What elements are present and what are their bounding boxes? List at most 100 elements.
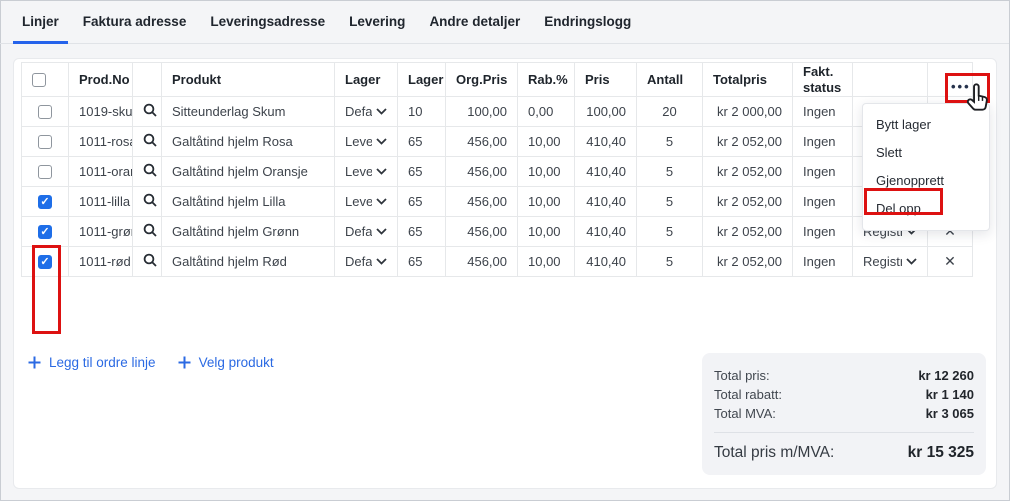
discount-cell: 10,00 (518, 247, 575, 277)
qty-cell: 5 (637, 157, 703, 187)
tab-endringslogg[interactable]: Endringslogg (535, 0, 640, 43)
discount-cell: 10,00 (518, 127, 575, 157)
col-orgpris: Org.Pris (446, 63, 518, 97)
stock-cell: 65 (398, 217, 446, 247)
table-row: 1011-grønn Galtåtind hjelm Grønn Defa 65… (22, 217, 973, 247)
stock-cell: 65 (398, 157, 446, 187)
qty-cell: 5 (637, 217, 703, 247)
warehouse-select[interactable]: Defa (345, 254, 387, 269)
price-cell: 410,40 (575, 157, 637, 187)
search-icon[interactable] (143, 163, 157, 180)
product-cell: Galtåtind hjelm Rosa (162, 127, 335, 157)
orgprice-cell: 456,00 (446, 127, 518, 157)
chevron-down-icon (906, 258, 917, 265)
total-discount-row: Total rabatt:kr 1 140 (714, 385, 974, 404)
table-row: 1011-oransje Galtåtind hjelm Oransje Lev… (22, 157, 973, 187)
stock-cell: 65 (398, 247, 446, 277)
price-cell: 100,00 (575, 97, 637, 127)
stock-cell: 65 (398, 187, 446, 217)
warehouse-select[interactable]: Defa (345, 224, 387, 239)
row-checkbox[interactable] (38, 135, 52, 149)
table-header-row: Prod.No Produkt Lager Lager Org.Pris Rab… (22, 63, 973, 97)
warehouse-select[interactable]: Defa (345, 104, 387, 119)
discount-cell: 10,00 (518, 217, 575, 247)
row-checkbox[interactable] (38, 255, 52, 269)
col-totalpris: Totalpris (703, 63, 793, 97)
warehouse-select[interactable]: Leve (345, 164, 387, 179)
warehouse-select[interactable]: Leve (345, 134, 387, 149)
tab-andre-detaljer[interactable]: Andre detaljer (420, 0, 529, 43)
discount-cell: 10,00 (518, 157, 575, 187)
price-cell: 410,40 (575, 247, 637, 277)
total-cell: kr 2 052,00 (703, 247, 793, 277)
menu-item-bytt-lager[interactable]: Bytt lager (863, 111, 989, 139)
totals-panel: Total pris:kr 12 260 Total rabatt:kr 1 1… (702, 353, 986, 475)
row-checkbox[interactable] (38, 195, 52, 209)
total-cell: kr 2 052,00 (703, 157, 793, 187)
orgprice-cell: 100,00 (446, 97, 518, 127)
select-product-button[interactable]: Velg produkt (178, 355, 274, 370)
col-search (133, 63, 162, 97)
table-row: 1011-rød Galtåtind hjelm Rød Defa 65 456… (22, 247, 973, 277)
search-icon[interactable] (143, 103, 157, 120)
invoice-status-cell: Ingen (793, 247, 853, 277)
orgprice-cell: 456,00 (446, 247, 518, 277)
qty-cell: 5 (637, 247, 703, 277)
total-price-row: Total pris:kr 12 260 (714, 366, 974, 385)
row-checkbox[interactable] (38, 225, 52, 239)
remove-line-button[interactable]: ✕ (944, 253, 956, 270)
price-cell: 410,40 (575, 127, 637, 157)
tab-faktura-adresse[interactable]: Faktura adresse (74, 0, 196, 43)
search-icon[interactable] (143, 253, 157, 270)
tab-leveringsadresse[interactable]: Leveringsadresse (201, 0, 334, 43)
more-actions-button[interactable]: ••• (951, 78, 979, 98)
menu-item-del-opp[interactable]: Del opp (863, 195, 989, 223)
price-cell: 410,40 (575, 187, 637, 217)
invoice-status-cell: Ingen (793, 97, 853, 127)
product-cell: Sitteunderlag Skum (162, 97, 335, 127)
context-menu: Bytt lager Slett Gjenopprett Del opp (862, 103, 990, 231)
stock-cell: 65 (398, 127, 446, 157)
order-lines-page: { "tabs": [ { "label": "Linjer", "active… (0, 0, 1010, 501)
col-rab: Rab.% (518, 63, 575, 97)
orgprice-cell: 456,00 (446, 217, 518, 247)
menu-item-gjenopprett[interactable]: Gjenopprett (863, 167, 989, 195)
plus-icon (178, 356, 191, 369)
row-checkbox[interactable] (38, 165, 52, 179)
discount-cell: 10,00 (518, 187, 575, 217)
invoice-status-cell: Ingen (793, 127, 853, 157)
prodno-cell: 1011-rosa (69, 127, 133, 157)
menu-item-slett[interactable]: Slett (863, 139, 989, 167)
col-antall: Antall (637, 63, 703, 97)
chevron-down-icon (376, 198, 387, 205)
table-row: 1019-skum Sitteunderlag Skum Defa 10 100… (22, 97, 973, 127)
register-status-select[interactable]: Registrert (863, 254, 917, 269)
col-pris: Pris (575, 63, 637, 97)
totals-divider (714, 432, 974, 433)
stock-cell: 10 (398, 97, 446, 127)
col-register (853, 63, 928, 97)
col-fakt-status: Fakt.status (793, 63, 853, 97)
grand-total-row: Total pris m/MVA:kr 15 325 (714, 444, 974, 462)
add-order-line-button[interactable]: Legg til ordre linje (28, 355, 156, 370)
product-cell: Galtåtind hjelm Grønn (162, 217, 335, 247)
prodno-cell: 1019-skum (69, 97, 133, 127)
select-all-checkbox[interactable] (32, 73, 46, 87)
row-checkbox[interactable] (38, 105, 52, 119)
discount-cell: 0,00 (518, 97, 575, 127)
plus-icon (28, 356, 41, 369)
total-vat-row: Total MVA:kr 3 065 (714, 404, 974, 423)
search-icon[interactable] (143, 223, 157, 240)
tab-linjer[interactable]: Linjer (13, 0, 68, 43)
total-cell: kr 2 052,00 (703, 217, 793, 247)
chevron-down-icon (376, 228, 387, 235)
qty-cell: 5 (637, 127, 703, 157)
footer-actions: Legg til ordre linje Velg produkt (28, 355, 274, 370)
search-icon[interactable] (143, 133, 157, 150)
tab-levering[interactable]: Levering (340, 0, 414, 43)
search-icon[interactable] (143, 193, 157, 210)
warehouse-select[interactable]: Leve (345, 194, 387, 209)
table-row: 1011-rosa Galtåtind hjelm Rosa Leve 65 4… (22, 127, 973, 157)
product-cell: Galtåtind hjelm Oransje (162, 157, 335, 187)
invoice-status-cell: Ingen (793, 157, 853, 187)
